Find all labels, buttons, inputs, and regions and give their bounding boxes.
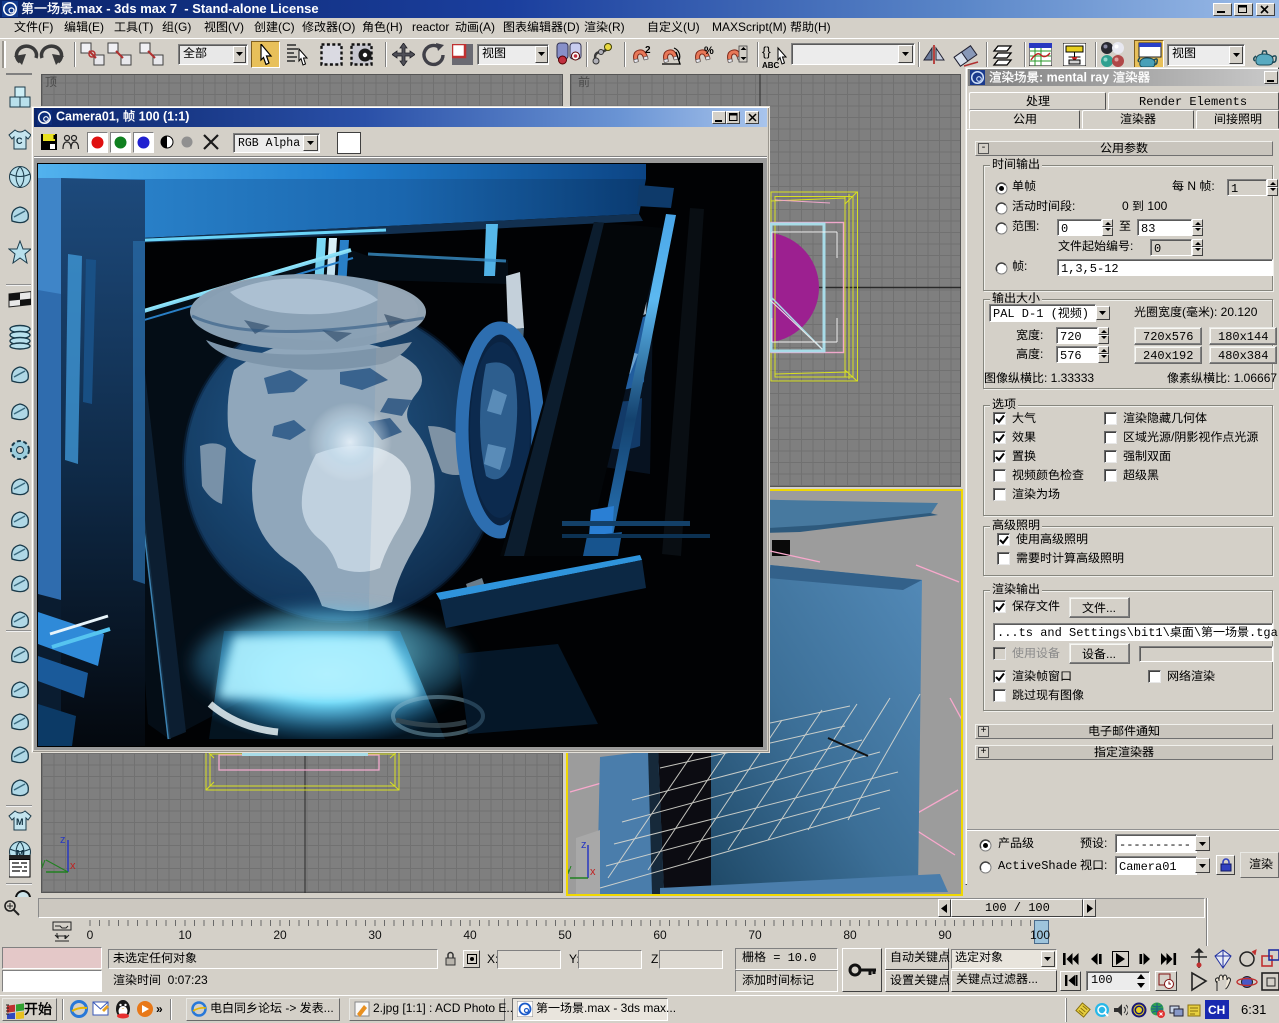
svg-text:y: y: [41, 857, 46, 869]
svg-text:= 10.0: = 10.0: [766, 951, 816, 965]
svg-text:0: 0: [1154, 242, 1161, 256]
svg-text:reactor: reactor: [412, 20, 449, 34]
svg-text:.tga: .tga: [1249, 626, 1278, 640]
svg-text:2: 2: [645, 45, 651, 56]
svg-text:\: \: [1194, 626, 1201, 640]
svg-text:C: C: [16, 136, 23, 146]
svg-text:Camera01,: Camera01,: [56, 110, 123, 124]
svg-text:(U): (U): [683, 20, 700, 34]
svg-text:0:07:23: 0:07:23: [161, 973, 208, 987]
svg-text:100 (1:1): 100 (1:1): [135, 110, 189, 124]
svg-text:: mental ray: : mental ray: [1039, 71, 1113, 85]
svg-text:PAL D-1 (: PAL D-1 (: [993, 307, 1058, 321]
svg-text:(V): (V): [228, 20, 244, 34]
svg-text:z: z: [60, 834, 66, 846]
svg-text::: :: [1104, 836, 1107, 850]
svg-text:100 / 100: 100 / 100: [985, 901, 1050, 915]
svg-text::: :: [1036, 219, 1039, 233]
svg-text:720: 720: [1060, 330, 1082, 344]
svg-text:576: 576: [1060, 349, 1082, 363]
svg-text:1,3,5-12: 1,3,5-12: [1061, 262, 1119, 276]
svg-text:...ts and Settings\bit1\: ...ts and Settings\bit1\: [997, 626, 1170, 640]
svg-text:(A): (A): [479, 20, 495, 34]
svg-text:: 1.06667: : 1.06667: [1227, 371, 1277, 385]
svg-text:{}: {}: [762, 44, 771, 59]
svg-text:Camera01: Camera01: [1119, 860, 1177, 874]
svg-text:...: ...: [324, 1001, 334, 1015]
svg-text::: :: [1072, 199, 1075, 213]
svg-text:z: z: [581, 839, 587, 851]
svg-text::: :: [1024, 259, 1027, 273]
svg-text:ABC: ABC: [762, 61, 780, 69]
svg-text:x: x: [590, 866, 596, 878]
svg-text:(R): (R): [608, 20, 625, 34]
svg-text:(H): (H): [814, 20, 831, 34]
svg-text::: :: [1211, 179, 1214, 193]
svg-text:...: ...: [1106, 601, 1116, 615]
svg-text:(: (: [1182, 305, 1186, 319]
svg-text:...: ...: [1028, 972, 1038, 986]
svg-text:x: x: [70, 860, 76, 872]
svg-text:N: N: [1184, 179, 1199, 193]
svg-text:(G): (G): [174, 20, 191, 34]
svg-text:----------: ----------: [1119, 838, 1191, 852]
svg-text:.max - 3ds max...: .max - 3ds max...: [584, 1001, 676, 1015]
svg-text:(T): (T): [138, 20, 153, 34]
svg-text:M: M: [16, 817, 24, 827]
svg-text:.max - 3ds max 7 - Stand-alon: .max - 3ds max 7 - Stand-alone License: [73, 1, 319, 16]
svg-text:2.jpg [1:1] : ACD Photo E...: 2.jpg [1:1] : ACD Photo E...: [373, 1001, 516, 1015]
svg-text:(F): (F): [38, 20, 53, 34]
svg-text::: :: [1130, 239, 1133, 253]
svg-text::: :: [1040, 347, 1043, 361]
svg-text:->: ->: [282, 1001, 300, 1015]
svg-text:%: %: [704, 45, 714, 57]
svg-text:(H): (H): [386, 20, 403, 34]
svg-text:...: ...: [1106, 647, 1116, 661]
svg-text:240x192: 240x192: [1143, 349, 1193, 363]
svg-text:(E): (E): [88, 20, 104, 34]
svg-text:0: 0: [1061, 222, 1068, 236]
svg-text:100: 100: [1091, 973, 1113, 987]
svg-text:6:31: 6:31: [1241, 1002, 1266, 1017]
svg-text:(C): (C): [278, 20, 295, 34]
svg-text:y: y: [568, 863, 572, 875]
svg-text:ActiveShade: ActiveShade: [998, 859, 1077, 873]
svg-text:Render Elements: Render Elements: [1139, 95, 1247, 109]
svg-text:720x576: 720x576: [1143, 330, 1193, 344]
svg-text:1: 1: [1231, 182, 1238, 196]
svg-text:MAXScript(M): MAXScript(M): [712, 20, 787, 34]
svg-text::: :: [1104, 858, 1107, 872]
svg-text:/: /: [1171, 430, 1175, 444]
svg-text:RGB Alpha: RGB Alpha: [238, 137, 300, 150]
svg-text:100: 100: [1144, 199, 1168, 213]
svg-text:180x144: 180x144: [1218, 330, 1268, 344]
svg-text:0: 0: [1122, 199, 1132, 213]
svg-text:): 20.120: ): 20.120: [1210, 305, 1258, 319]
svg-text:: 1.33333: : 1.33333: [1044, 371, 1094, 385]
svg-text:480x384: 480x384: [1218, 349, 1268, 363]
svg-text:(O): (O): [338, 20, 355, 34]
svg-text:83: 83: [1141, 222, 1155, 236]
svg-text::: :: [1040, 328, 1043, 342]
svg-text:(D): (D): [563, 20, 580, 34]
svg-text:): ): [1082, 307, 1089, 321]
